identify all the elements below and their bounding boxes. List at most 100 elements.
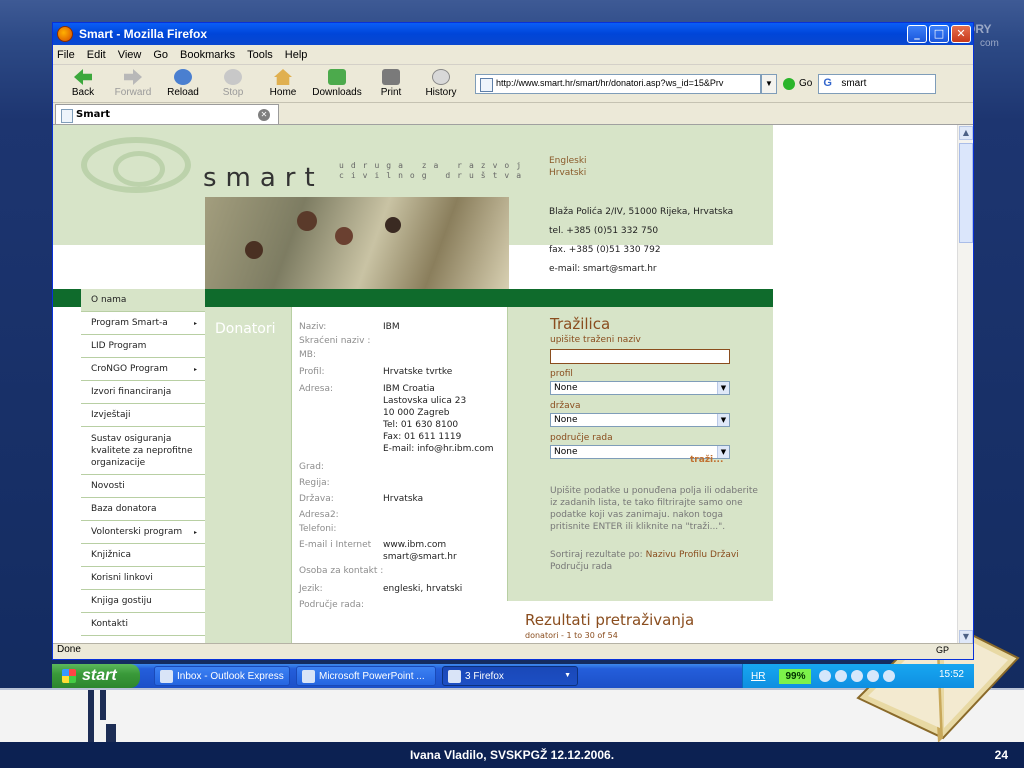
maximize-button[interactable]: □ [929,25,949,43]
profil-label: profil [550,369,573,379]
contact-info: Blaža Polića 2/IV, 51000 Rijeka, Hrvatsk… [549,203,733,279]
contact-phone: tel. +385 (0)51 332 750 [549,226,659,236]
sort-option-podrucje[interactable]: Području rada [550,562,612,572]
logo-tagline-1: udruga za razvoj [339,161,529,170]
menu-edit[interactable]: Edit [87,49,106,61]
history-icon [432,69,450,85]
go-icon [783,77,795,90]
field-value: Hrvatske tvrtke [383,367,453,377]
contact-email[interactable]: e-mail: smart@smart.hr [549,260,733,279]
sort-options-links[interactable]: Nazivu Profilu Državi [646,550,739,560]
tab-label: Smart [76,109,111,120]
close-button[interactable]: ✕ [951,25,971,43]
taskbar-item-outlook[interactable]: Inbox - Outlook Express [154,666,290,686]
field-label: Regija: [299,478,330,488]
history-button[interactable]: History [417,69,465,98]
reload-button[interactable]: Reload [159,69,207,98]
field-value: Fax: 01 611 1119 [383,432,462,442]
smart-logo-icon[interactable] [81,137,191,193]
name-search-input[interactable] [550,349,730,364]
sidebar-item-kontakti[interactable]: Kontakti [81,613,205,636]
submenu-arrow-icon: ▸ [193,365,197,373]
sidebar-item-sustav-osiguranja[interactable]: Sustav osiguranja kvalitete za neprofitn… [81,427,205,475]
url-dropdown-button[interactable]: ▼ [761,73,777,94]
network-icon[interactable] [835,670,848,682]
tray-icon[interactable] [851,670,864,682]
back-button[interactable]: Back [59,69,107,98]
tab-smart[interactable]: Smart ✕ [55,104,279,124]
profil-select[interactable]: None ▼ [550,381,730,395]
vertical-scrollbar[interactable]: ▲ ▼ [957,125,973,645]
forward-button[interactable]: Forward [109,69,157,98]
sidebar-item-label: Izvještaji [91,410,131,420]
sidebar-item-baza-donatora[interactable]: Baza donatora [81,498,205,521]
menu-tools[interactable]: Tools [247,49,273,61]
drzava-select[interactable]: None ▼ [550,413,730,427]
sidebar-item-izvori-financiranja[interactable]: Izvori financiranja [81,381,205,404]
gp-indicator: GP [935,645,949,655]
results-title: Rezultati pretraživanja [525,611,695,629]
sidebar-item-knjiznica[interactable]: Knjižnica [81,544,205,567]
menu-go[interactable]: Go [153,49,168,61]
windows-logo-icon [62,669,76,683]
field-label: Naziv: [299,322,327,332]
search-submit-link[interactable]: traži... [690,455,723,465]
language-links: Engleski Hrvatski [549,155,587,179]
logo-text: smart [203,163,324,193]
sidebar-item-crongo-program[interactable]: CroNGO Program ▸ [81,358,205,381]
menu-bookmarks[interactable]: Bookmarks [180,49,235,61]
scroll-up-icon[interactable]: ▲ [959,126,973,140]
sidebar-item-korisni-linkovi[interactable]: Korisni linkovi [81,567,205,590]
sidebar-item-o-nama[interactable]: O nama [81,289,205,312]
clock: 15:52 [938,669,964,680]
tray-icon[interactable] [867,670,880,682]
sidebar-item-label: Volonterski program [91,527,183,537]
taskbar: start Inbox - Outlook Express Microsoft … [52,664,974,688]
url-input[interactable]: http://www.smart.hr/smart/hr/donatori.as… [475,73,761,94]
field-label: Profil: [299,367,325,377]
sidebar-item-novosti[interactable]: Novosti [81,475,205,498]
downloads-icon [328,69,346,85]
power-plug-icon[interactable] [819,670,832,682]
print-label: Print [380,87,402,98]
sidebar-item-label: LID Program [91,341,147,351]
print-button[interactable]: Print [367,69,415,98]
menu-file[interactable]: File [57,49,75,61]
start-button[interactable]: start [52,664,140,688]
tab-close-icon[interactable]: ✕ [258,109,270,121]
language-indicator[interactable]: HR [751,671,765,682]
lang-croatian-link[interactable]: Hrvatski [549,167,587,179]
sidebar-item-knjiga-gostiju[interactable]: Knjiga gostiju [81,590,205,613]
field-label: Područje rada: [299,600,365,610]
minimize-button[interactable]: _ [907,25,927,43]
taskbar-item-firefox[interactable]: 3 Firefox ▼ [442,666,578,686]
menu-view[interactable]: View [118,49,142,61]
stop-button[interactable]: Stop [209,69,257,98]
sidebar-item-volonterski-program[interactable]: Volonterski program ▸ [81,521,205,544]
go-button[interactable]: Go [783,77,812,90]
field-value: Hrvatska [383,494,424,504]
home-button[interactable]: Home [259,69,307,98]
sidebar-menu: O nama Program Smart-a ▸ LID Program CroN… [81,289,205,636]
menu-help[interactable]: Help [285,49,308,61]
sidebar-item-lid-program[interactable]: LID Program [81,335,205,358]
scroll-down-icon[interactable]: ▼ [959,630,973,644]
field-label: Jezik: [299,584,323,594]
lang-english-link[interactable]: Engleski [549,155,587,167]
sort-label: Sortiraj rezultate po: [550,550,643,560]
history-label: History [425,87,457,98]
name-label: upišite traženi naziv [550,335,641,345]
firefox-icon [57,26,73,42]
scroll-thumb[interactable] [959,143,973,243]
sidebar-item-program-smart[interactable]: Program Smart-a ▸ [81,312,205,335]
sidebar-item-izvjestaji[interactable]: Izvještaji [81,404,205,427]
taskbar-item-powerpoint[interactable]: Microsoft PowerPoint ... [296,666,436,686]
sidebar-item-label: Sustav osiguranja kvalitete za neprofitn… [91,433,193,468]
battery-indicator[interactable]: 99% [779,668,812,684]
podrucje-label: područje rada [550,433,613,443]
forward-arrow-icon [124,69,142,85]
search-input[interactable]: smart [818,73,937,94]
downloads-button[interactable]: Downloads [309,69,365,98]
taskbar-firefox-label: 3 Firefox [465,670,504,682]
tray-icon[interactable] [883,670,896,682]
